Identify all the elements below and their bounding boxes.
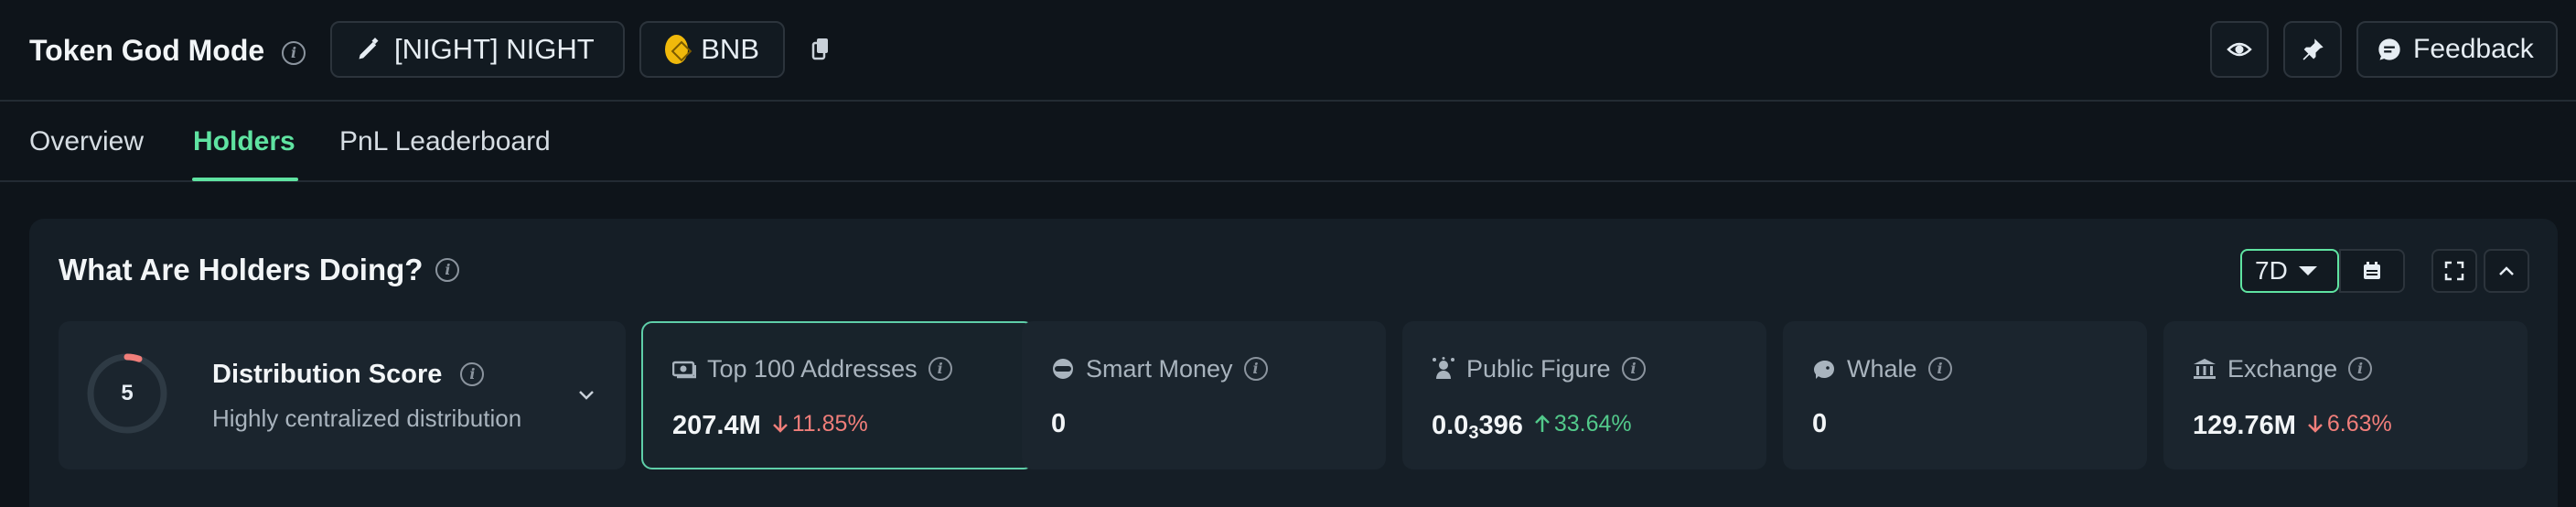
- card-value-subscript: 3: [1468, 423, 1479, 443]
- delta-value: 11.85%: [791, 411, 868, 437]
- feedback-button[interactable]: Feedback: [2356, 21, 2558, 78]
- chain-label: BNB: [701, 33, 759, 65]
- card-value-row: 0.03396 33.64%: [1432, 405, 1632, 451]
- card-value: 207.4M: [672, 411, 761, 440]
- bank-icon: [2194, 359, 2216, 379]
- distribution-score-value: 5: [121, 381, 134, 405]
- token-selector-button[interactable]: [NIGHT] NIGHT: [330, 21, 625, 78]
- app-title-text: Token God Mode: [29, 34, 265, 67]
- copy-icon[interactable]: [811, 37, 830, 60]
- public-figure-icon: [1433, 357, 1454, 379]
- arrow-down-icon: [772, 415, 788, 433]
- card-label: Whale: [1847, 355, 1917, 383]
- card-label-row: Whale i: [1812, 352, 1952, 385]
- delta-badge: 6.63%: [2307, 405, 2392, 442]
- calendar-button[interactable]: [2339, 249, 2405, 293]
- info-icon[interactable]: i: [2348, 357, 2373, 381]
- card-value-row: 0: [1812, 405, 1827, 442]
- card-value: 0: [1051, 409, 1067, 438]
- whale-card[interactable]: Whale i 0: [1783, 321, 2147, 469]
- card-value: 129.76M: [2193, 411, 2296, 440]
- smart-money-card[interactable]: Smart Money i 0: [1022, 321, 1386, 469]
- smart-money-icon: [1053, 359, 1073, 379]
- top-bar: Token God Mode i [NIGHT] NIGHT BNB Feedb…: [0, 0, 2576, 102]
- whale-icon: [1814, 361, 1834, 379]
- info-icon[interactable]: i: [1243, 357, 1268, 381]
- info-icon[interactable]: i: [282, 41, 306, 65]
- delta-value: 33.64%: [1553, 411, 1632, 437]
- pencil-icon: [359, 38, 379, 59]
- info-icon[interactable]: i: [435, 258, 460, 282]
- caret-down-icon: [2298, 266, 2317, 275]
- card-value-row: 0: [1051, 405, 1066, 442]
- distribution-score-label: Distribution Score: [212, 360, 443, 389]
- chat-icon: [2378, 38, 2400, 60]
- distribution-subtitle: Highly centralized distribution: [212, 405, 522, 432]
- money-icon: [672, 361, 696, 379]
- info-icon[interactable]: i: [1621, 357, 1646, 381]
- bnb-chain-icon: [665, 35, 689, 64]
- app-title: Token God Mode i: [29, 31, 306, 70]
- calendar-icon: [2364, 262, 2380, 279]
- card-value-main: 0.0: [1432, 411, 1469, 440]
- delta-value: 6.63%: [2326, 411, 2392, 437]
- card-label: Exchange: [2227, 355, 2338, 383]
- chevron-up-icon: [2499, 266, 2514, 275]
- arrow-up-icon: [1534, 415, 1550, 432]
- exchange-card[interactable]: Exchange i 129.76M 6.63%: [2163, 321, 2528, 469]
- fullscreen-button[interactable]: [2431, 249, 2477, 293]
- time-range-value: 7D: [2255, 256, 2288, 285]
- holders-panel: What Are Holders Doing? i 7D 5 Distribut…: [29, 219, 2558, 507]
- chain-selector-button[interactable]: BNB: [639, 21, 785, 78]
- card-label: Top 100 Addresses: [707, 355, 918, 383]
- feedback-label: Feedback: [2413, 34, 2534, 64]
- card-value: 0.03396: [1432, 407, 1523, 451]
- delta-badge: 11.85%: [772, 405, 868, 442]
- card-value-tail: 396: [1478, 411, 1523, 440]
- collapse-button[interactable]: [2484, 249, 2529, 293]
- info-icon[interactable]: i: [460, 362, 485, 386]
- pin-icon: [2302, 38, 2324, 60]
- card-label-row: Public Figure i: [1432, 352, 1646, 385]
- card-label: Public Figure: [1466, 355, 1611, 383]
- card-label-row: Top 100 Addresses i: [672, 352, 952, 385]
- pin-button[interactable]: [2283, 21, 2342, 78]
- fullscreen-icon: [2444, 261, 2464, 281]
- delta-badge: 33.64%: [1534, 405, 1632, 442]
- distribution-score-card[interactable]: 5 Distribution Score i Highly centralize…: [59, 321, 626, 469]
- chevron-down-icon[interactable]: [576, 385, 596, 405]
- distribution-score-title: Distribution Score i: [212, 356, 485, 393]
- card-label-row: Exchange i: [2193, 352, 2373, 385]
- public-figure-card[interactable]: Public Figure i 0.03396 33.64%: [1402, 321, 1766, 469]
- info-icon[interactable]: i: [928, 357, 952, 381]
- card-label-row: Smart Money i: [1051, 352, 1268, 385]
- info-icon[interactable]: i: [1927, 357, 1952, 381]
- time-range-select[interactable]: 7D: [2240, 249, 2339, 293]
- card-label: Smart Money: [1086, 355, 1233, 383]
- top-100-addresses-card[interactable]: Top 100 Addresses i 207.4M 11.85%: [641, 321, 1035, 469]
- arrow-down-icon: [2307, 415, 2323, 433]
- card-value: 0: [1812, 409, 1828, 438]
- active-tab-indicator: [192, 178, 298, 181]
- card-value-row: 129.76M 6.63%: [2193, 405, 2392, 444]
- panel-title: What Are Holders Doing? i: [59, 250, 460, 290]
- eye-icon: [2227, 42, 2252, 57]
- tab-bar: Overview Holders PnL Leaderboard: [0, 102, 2576, 182]
- card-value-row: 207.4M 11.85%: [672, 405, 868, 444]
- tab-overview[interactable]: Overview: [29, 124, 144, 160]
- panel-title-text: What Are Holders Doing?: [59, 253, 424, 286]
- watch-button[interactable]: [2210, 21, 2269, 78]
- tab-pnl-leaderboard[interactable]: PnL Leaderboard: [339, 124, 551, 160]
- token-label: [NIGHT] NIGHT: [394, 33, 595, 65]
- tab-holders[interactable]: Holders: [193, 124, 295, 160]
